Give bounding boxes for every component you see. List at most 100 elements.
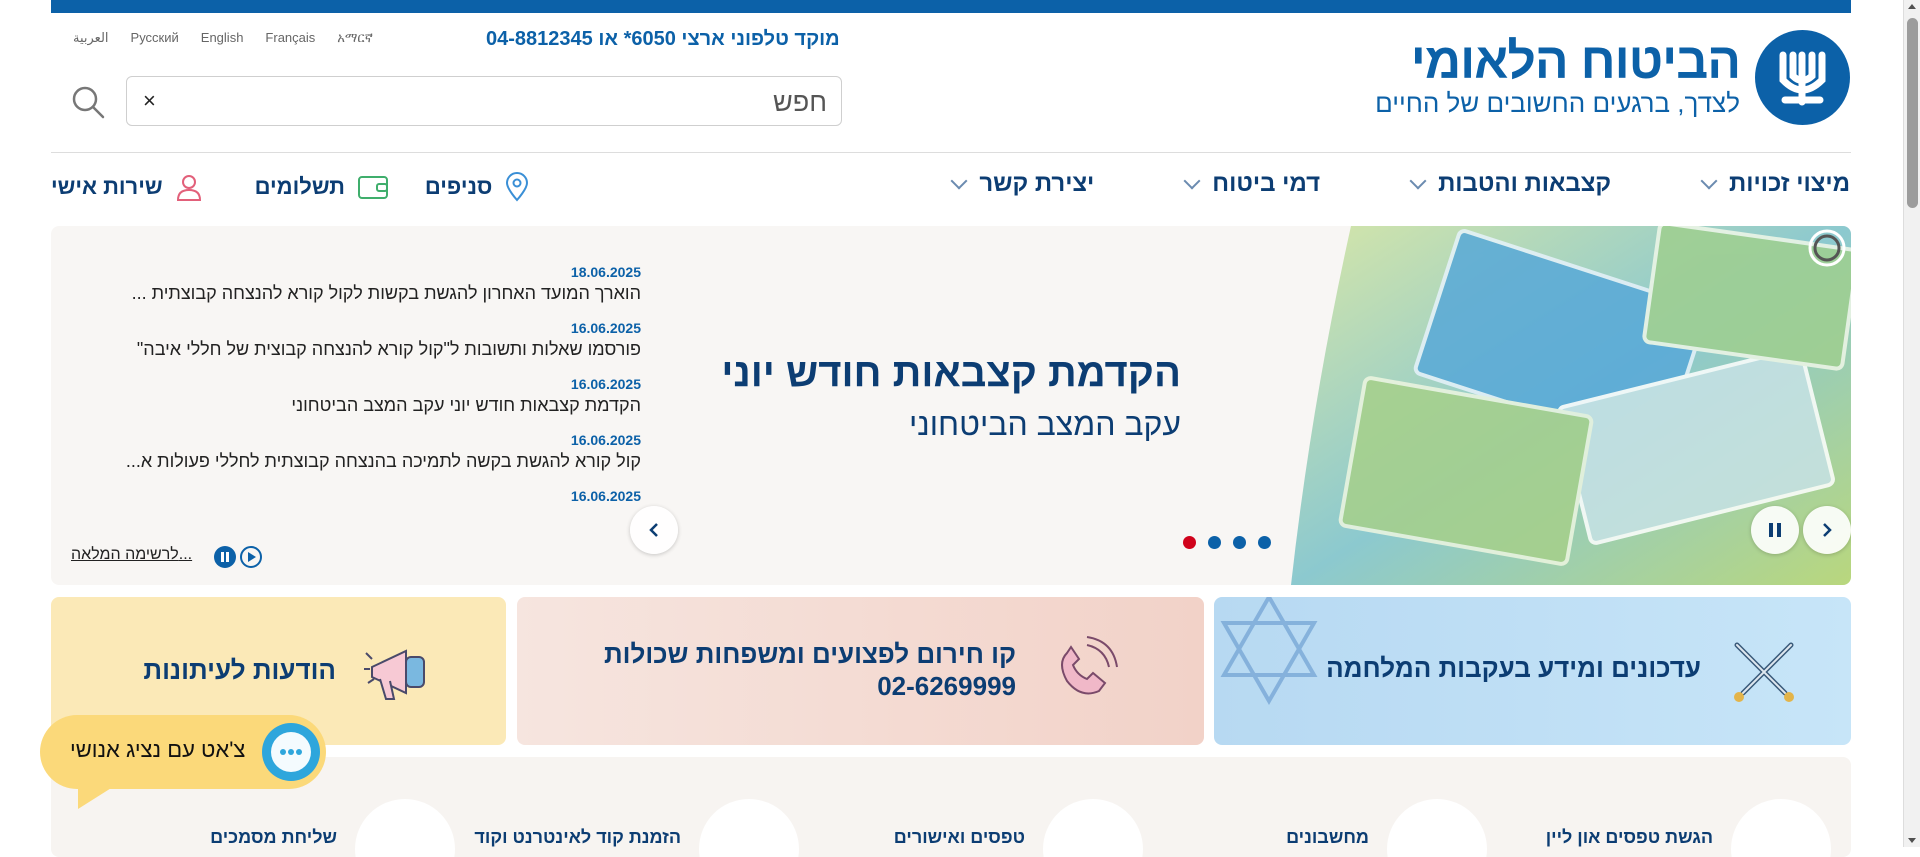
nav-label: תשלומים	[254, 174, 345, 199]
chat-bubble-tail	[78, 785, 116, 809]
nav-label: מיצוי זכויות	[1729, 170, 1850, 197]
site-logo[interactable]: הביטוח הלאומי לצדך, ברגעים החשובים של הח…	[1180, 30, 1850, 125]
top-accent-bar	[51, 0, 1851, 13]
news-ticker: 18.06.2025 הוארך המועד האחרון להגשת בקשו…	[71, 264, 641, 520]
quick-link-label: שליחת מסמכים	[210, 827, 337, 847]
news-text: הוארך המועד האחרון להגשת בקשות לקול קורא…	[131, 283, 641, 303]
language-switcher: العربية Русский English Français አማርኛ	[73, 30, 373, 46]
nav-label: יצירת קשר	[979, 170, 1095, 197]
carousel-dot[interactable]	[1233, 536, 1246, 549]
news-date: 16.06.2025	[570, 432, 641, 448]
quick-link[interactable]: שליחת מסמכים	[210, 799, 455, 857]
chevron-down-icon	[950, 172, 968, 190]
nav-branches[interactable]: סניפים	[425, 172, 530, 202]
location-pin-icon	[506, 172, 529, 202]
news-play-icon[interactable]	[240, 546, 262, 568]
chevron-down-icon	[1409, 172, 1427, 190]
megaphone-icon	[364, 649, 425, 700]
quick-link[interactable]: מחשבונים	[1286, 799, 1487, 857]
nav-label: דמי ביטוח	[1212, 170, 1321, 197]
header-divider	[51, 152, 1851, 153]
carousel-next-button[interactable]	[1803, 506, 1851, 554]
quick-link-label: הזמנת קוד לאינטרנט וקוד	[474, 827, 681, 847]
carousel-dot[interactable]	[1183, 536, 1196, 549]
clipboard-icon	[1043, 799, 1143, 857]
nav-label: שירות אישי	[51, 174, 163, 199]
chevron-down-icon	[1183, 172, 1201, 190]
news-date: 16.06.2025	[570, 320, 641, 336]
accessibility-icon[interactable]	[1807, 228, 1847, 268]
scroll-down-icon[interactable]	[1908, 838, 1916, 843]
nav-contact[interactable]: יצירת קשר	[939, 170, 1094, 198]
quick-links-bar: הגשת טפסים און ליין מחשבונים טפסים ואישו…	[51, 757, 1851, 857]
news-pause-icon[interactable]	[214, 546, 236, 568]
news-date: 16.06.2025	[570, 376, 641, 392]
chevron-right-icon	[1823, 523, 1832, 537]
carousel-pause-button[interactable]	[1751, 506, 1799, 554]
news-text: הקדמת קצבאות חודש יוני עקב המצב הביטחוני	[291, 395, 641, 415]
news-text: קול קורא להגשת בקשה לתמיכה בהנצחה קבוצתי…	[125, 451, 641, 471]
quick-link[interactable]: הגשת טפסים און ליין	[1546, 799, 1831, 857]
news-date: 16.06.2025	[570, 488, 641, 504]
chevron-down-icon	[1700, 172, 1718, 190]
war-updates-card[interactable]: עדכונים ומידע בעקבות המלחמה	[1214, 597, 1851, 745]
human-chat-widget[interactable]: צ'אט עם נציג אנושי	[40, 715, 326, 809]
nav-payments[interactable]: תשלומים	[255, 174, 389, 200]
nav-personal-service[interactable]: שירות אישי	[51, 173, 203, 201]
chat-label: צ'אט עם נציג אנושי	[70, 737, 246, 762]
hero-title: הקדמת קצבאות חודש יוני	[721, 351, 1181, 395]
nav-rights[interactable]: מיצוי זכויות	[1689, 170, 1850, 198]
news-item[interactable]: 16.06.2025	[71, 488, 641, 504]
search-input[interactable]: × חפש	[126, 76, 842, 126]
carousel-dots	[1183, 536, 1271, 549]
lang-english[interactable]: English	[201, 30, 244, 46]
star-of-david-icon	[1220, 597, 1318, 706]
hero-subtitle: עקב המצב הביטחוני	[908, 406, 1181, 442]
card-title: קו חירום לפצועים ומשפחות שכולות	[603, 639, 1016, 669]
lang-arabic[interactable]: العربية	[73, 30, 109, 46]
logo-title: הביטוח הלאומי	[1410, 33, 1741, 89]
calculator-icon	[1387, 799, 1487, 857]
key-icon	[699, 799, 799, 857]
phone-hotline[interactable]: מוקד טלפוני ארצי 6050* או 04-8812345	[486, 28, 840, 51]
news-controls	[214, 546, 262, 568]
lang-russian[interactable]: Русский	[131, 30, 179, 46]
news-item[interactable]: 16.06.2025 פורסמו שאלות ותשובות ל"קול קו…	[71, 320, 641, 360]
card-title: הודעות לעיתונות	[143, 655, 336, 685]
page-scrollbar[interactable]	[1903, 0, 1920, 847]
emergency-line-card[interactable]: קו חירום לפצועים ומשפחות שכולות 02-62699…	[517, 597, 1204, 745]
carousel-dot[interactable]	[1258, 536, 1271, 549]
quick-link[interactable]: טפסים ואישורים	[894, 799, 1143, 857]
hero-carousel: הקדמת קצבאות חודש יוני עקב המצב הביטחוני…	[51, 226, 1851, 585]
phone-ringing-icon	[1061, 636, 1118, 695]
lang-amharic[interactable]: አማርኛ	[337, 30, 373, 46]
form-icon	[1731, 799, 1831, 857]
full-news-list-link[interactable]: לרשימה המלאה...	[71, 546, 192, 564]
clear-search-icon[interactable]: ×	[143, 88, 156, 114]
nav-label: סניפים	[424, 174, 493, 199]
news-item[interactable]: 16.06.2025 הקדמת קצבאות חודש יוני עקב המ…	[71, 376, 641, 416]
nav-insurance-fees[interactable]: דמי ביטוח	[1172, 170, 1320, 198]
news-date: 18.06.2025	[570, 264, 641, 280]
quick-link-label: הגשת טפסים און ליין	[1545, 827, 1713, 847]
pause-icon	[1769, 523, 1781, 537]
scrollbar-thumb[interactable]	[1907, 18, 1918, 208]
crossed-swords-icon	[1734, 642, 1794, 702]
search-icon[interactable]	[70, 84, 106, 120]
chat-bubble-icon	[262, 723, 320, 781]
lang-french[interactable]: Français	[265, 30, 315, 46]
chevron-left-icon	[649, 523, 658, 537]
carousel-dot[interactable]	[1208, 536, 1221, 549]
card-title: עדכונים ומידע בעקבות המלחמה	[1326, 653, 1701, 683]
nav-label: קצבאות והטבות	[1438, 170, 1612, 197]
scroll-up-icon[interactable]	[1908, 4, 1916, 9]
news-item[interactable]: 16.06.2025 קול קורא להגשת בקשה לתמיכה בה…	[71, 432, 641, 472]
news-text: פורסמו שאלות ותשובות ל"קול קורא להנצחה ק…	[136, 339, 641, 359]
wallet-icon	[357, 176, 388, 199]
person-icon	[176, 175, 201, 201]
news-item[interactable]: 18.06.2025 הוארך המועד האחרון להגשת בקשו…	[71, 264, 641, 304]
main-navigation: מיצוי זכויות קצבאות והטבות דמי ביטוח יצי…	[939, 170, 1850, 198]
nav-benefits[interactable]: קצבאות והטבות	[1398, 170, 1611, 198]
emergency-phone: 02-6269999	[877, 671, 1016, 701]
quick-link[interactable]: הזמנת קוד לאינטרנט וקוד	[474, 799, 799, 857]
